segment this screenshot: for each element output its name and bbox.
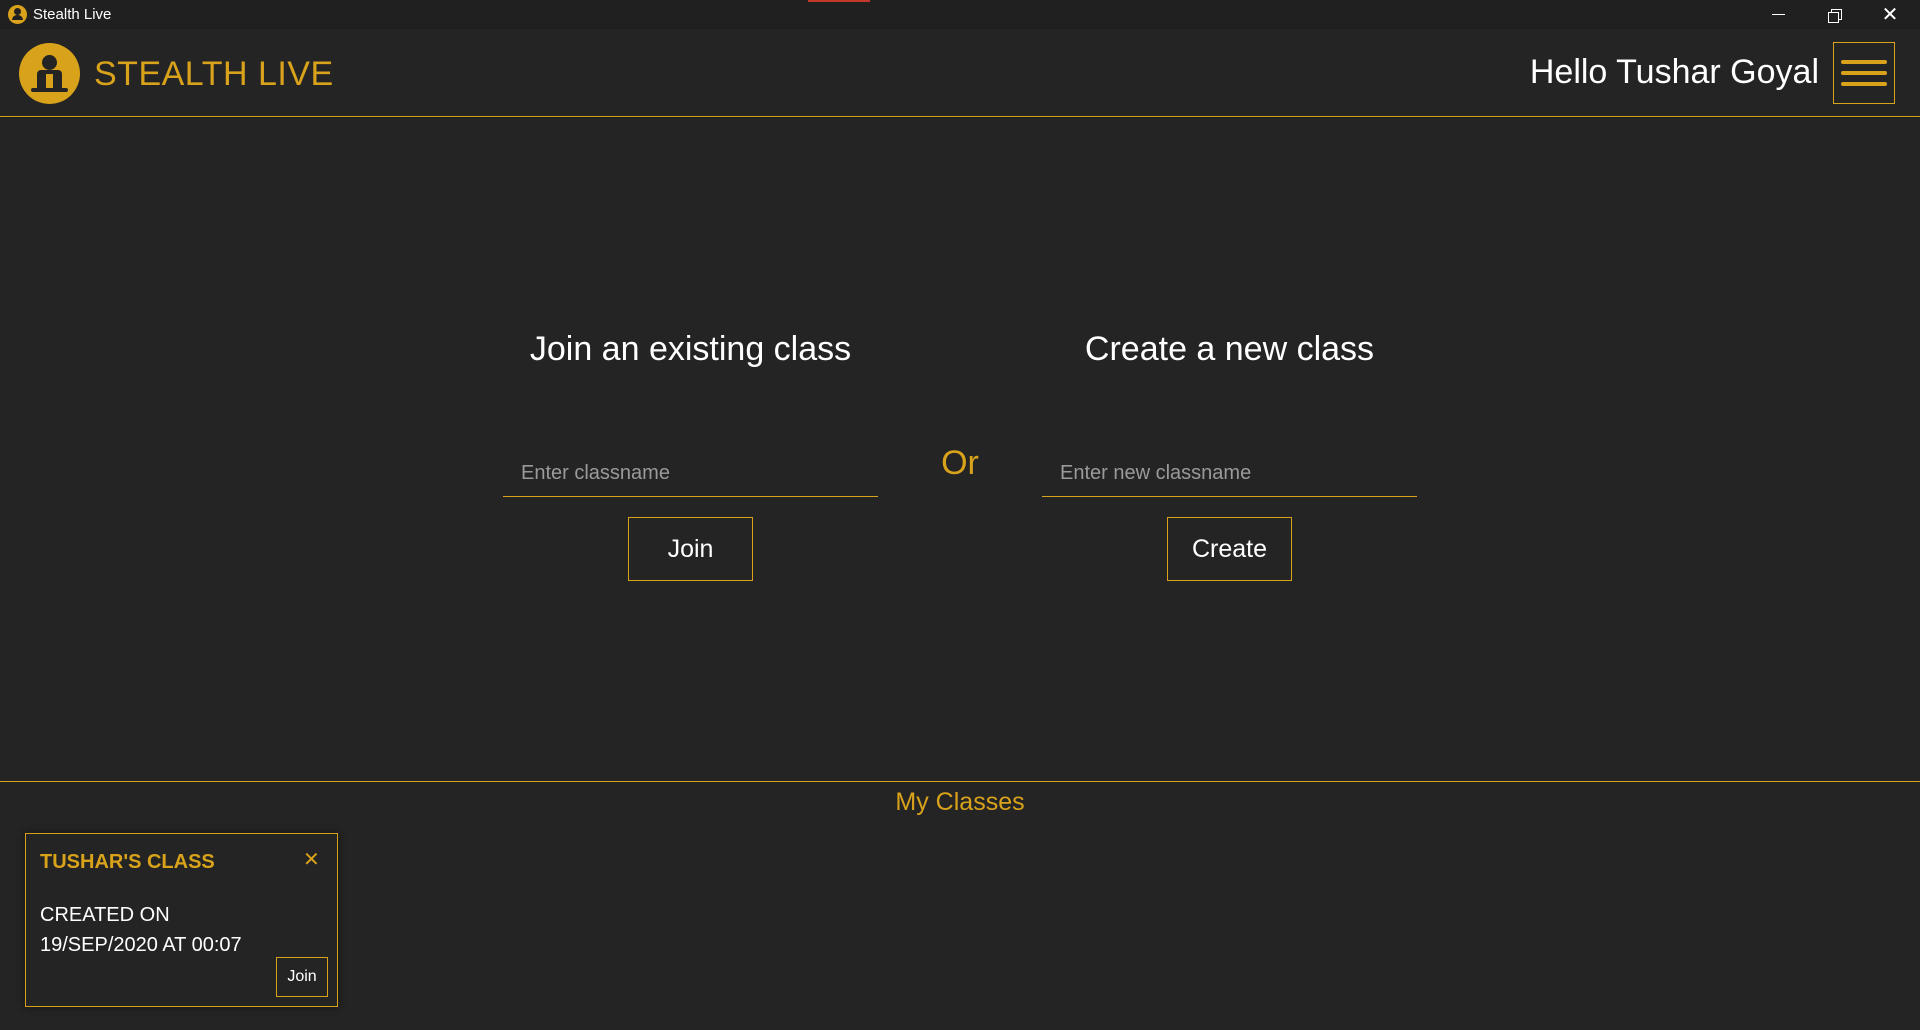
create-class-button[interactable]: Create bbox=[1167, 517, 1292, 581]
section-divider bbox=[0, 781, 1920, 782]
minimize-button[interactable] bbox=[1750, 0, 1806, 29]
join-class-heading: Join an existing class bbox=[529, 330, 852, 368]
main-content: Join an existing class Create a new clas… bbox=[0, 118, 1920, 781]
window-titlebar[interactable]: Stealth Live ✕ bbox=[0, 0, 1920, 29]
close-icon: ✕ bbox=[1881, 3, 1899, 26]
remove-class-close-icon[interactable]: ✕ bbox=[303, 847, 320, 872]
class-card: TUSHAR'S CLASS ✕ CREATED ON 19/SEP/2020 … bbox=[25, 833, 338, 1007]
hamburger-menu-icon bbox=[1841, 60, 1887, 64]
titlebar-accent-line bbox=[808, 0, 870, 2]
or-separator: Or bbox=[941, 444, 979, 482]
create-class-heading: Create a new class bbox=[1084, 330, 1375, 368]
class-card-join-button[interactable]: Join bbox=[276, 957, 328, 997]
join-classname-field bbox=[503, 451, 878, 497]
restore-icon bbox=[1828, 8, 1842, 23]
class-card-name: TUSHAR'S CLASS bbox=[40, 851, 215, 873]
close-window-button[interactable]: ✕ bbox=[1862, 0, 1918, 29]
app-icon bbox=[8, 5, 27, 24]
app-header: STEALTH LIVE Hello Tushar Goyal bbox=[0, 29, 1920, 117]
create-classname-input[interactable] bbox=[1042, 451, 1417, 496]
stealth-live-logo-icon bbox=[19, 43, 80, 104]
minimize-icon bbox=[1771, 14, 1785, 15]
window-title: Stealth Live bbox=[33, 6, 112, 23]
hamburger-menu-button[interactable] bbox=[1833, 42, 1895, 104]
brand-name: STEALTH LIVE bbox=[94, 55, 334, 93]
restore-button[interactable] bbox=[1806, 0, 1862, 29]
app-window: Stealth Live ✕ STEALTH LIVE Hello Tushar… bbox=[0, 0, 1920, 1030]
class-card-created-date: 19/SEP/2020 AT 00:07 bbox=[40, 934, 242, 956]
join-class-button[interactable]: Join bbox=[628, 517, 753, 581]
user-greeting: Hello Tushar Goyal bbox=[1529, 53, 1819, 91]
my-classes-title: My Classes bbox=[895, 788, 1025, 816]
class-card-created-label: CREATED ON bbox=[40, 904, 170, 926]
create-classname-field bbox=[1042, 451, 1417, 497]
join-classname-input[interactable] bbox=[503, 451, 878, 496]
